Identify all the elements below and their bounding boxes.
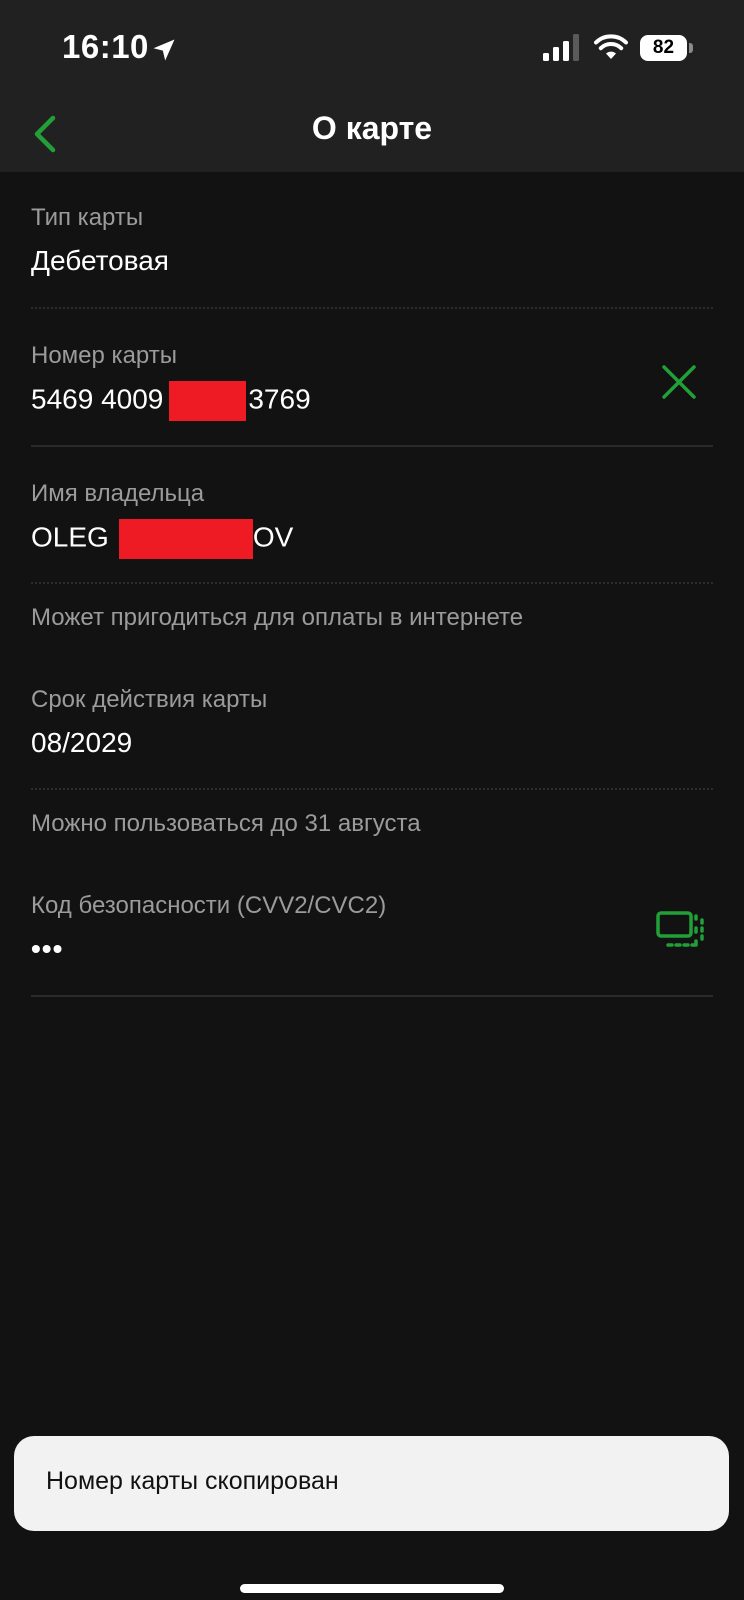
cvv-field: Код безопасности (CVV2/CVC2) •••: [31, 891, 713, 967]
card-number-label: Номер карты: [31, 342, 177, 369]
status-time: 16:10: [62, 28, 149, 65]
card-type-label: Тип карты: [31, 204, 144, 231]
divider: [31, 788, 713, 790]
expiry-label: Срок действия карты: [31, 686, 268, 713]
holder-name-end: OV: [252, 521, 294, 553]
card-number-value[interactable]: 5469 4009 3769: [31, 381, 713, 421]
divider: [31, 582, 713, 584]
cvv-value: •••: [31, 933, 64, 964]
expiry-value: 08/2029: [31, 727, 133, 758]
signal-icon: [543, 34, 579, 61]
close-button[interactable]: [656, 359, 702, 405]
expiry-hint: Можно пользоваться до 31 августа: [31, 810, 421, 837]
copy-icon: [656, 911, 704, 947]
holder-name-value: OLEG OV: [31, 519, 713, 559]
divider: [31, 445, 713, 447]
cvv-label: Код безопасности (CVV2/CVC2): [31, 892, 387, 919]
divider: [31, 995, 713, 997]
battery-level: 82: [640, 35, 687, 61]
status-bar: 16:10 82: [0, 0, 744, 96]
holder-name-field: Имя владельца OLEG OV: [31, 479, 713, 559]
divider: [31, 307, 713, 309]
wifi-icon: [594, 34, 628, 59]
holder-name-hint: Может пригодиться для оплаты в интернете: [31, 604, 524, 631]
location-icon: [153, 39, 175, 61]
card-type-field: Тип карты Дебетовая: [31, 203, 713, 279]
toast-notification: Номер карты скопирован: [14, 1436, 729, 1531]
card-number-end: 3769: [248, 383, 311, 415]
close-icon: [662, 365, 696, 399]
battery-icon: 82: [640, 35, 693, 63]
copy-button[interactable]: [655, 910, 707, 952]
nav-bar: О карте: [0, 96, 744, 172]
card-number-field[interactable]: Номер карты 5469 4009 3769: [31, 341, 713, 421]
page-title: О карте: [311, 110, 433, 146]
battery-tip: [689, 43, 693, 53]
card-number-start: 5469 4009: [31, 383, 164, 415]
redaction-block: [169, 381, 247, 421]
holder-name-label: Имя владельца: [31, 480, 205, 507]
home-indicator[interactable]: [240, 1584, 504, 1593]
toast-message: Номер карты скопирован: [46, 1467, 339, 1495]
redaction-block: [118, 519, 253, 559]
card-type-value: Дебетовая: [31, 245, 169, 276]
expiry-field: Срок действия карты 08/2029: [31, 685, 713, 761]
holder-name-start: OLEG: [31, 521, 109, 553]
